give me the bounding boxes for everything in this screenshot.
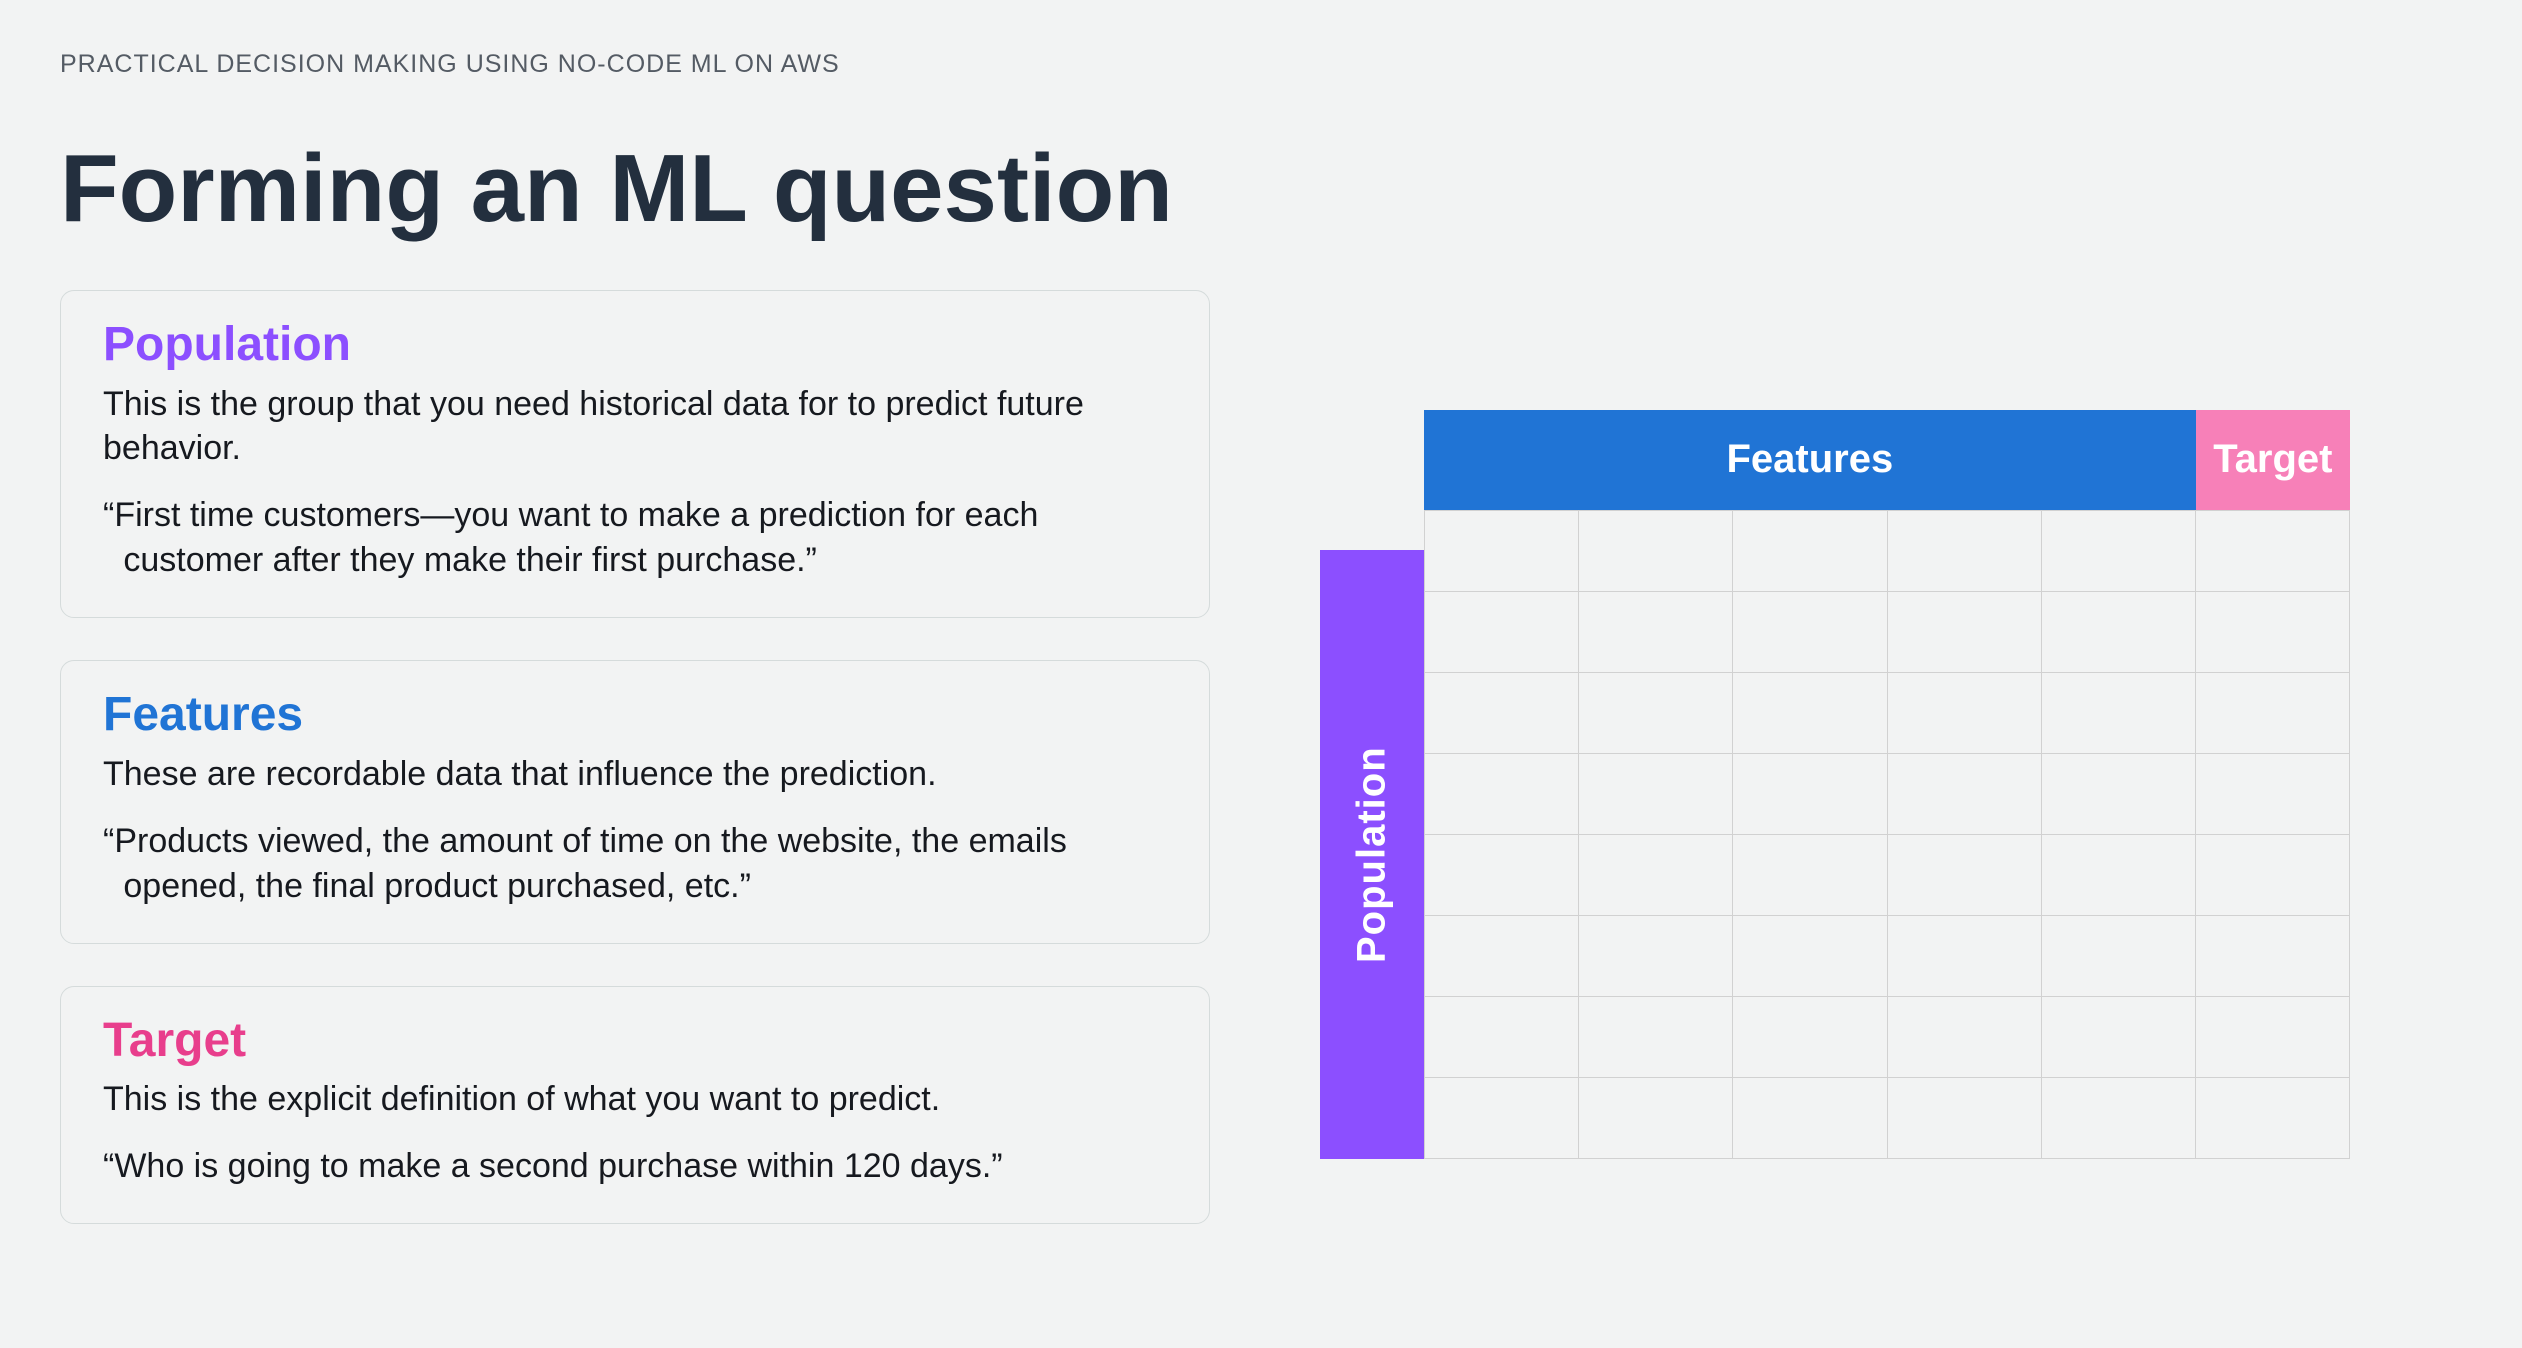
- card-target-desc: This is the explicit definition of what …: [103, 1077, 1167, 1122]
- diagram-cell: [1733, 592, 1886, 672]
- diagram-cell: [1579, 997, 1732, 1077]
- diagram-cell: [2042, 1078, 2195, 1158]
- diagram-target-header: Target: [2196, 410, 2350, 510]
- card-population: Population This is the group that you ne…: [60, 290, 1210, 618]
- diagram-header-row: Features Target: [1424, 410, 2350, 510]
- diagram-cell: [1425, 1078, 1578, 1158]
- diagram-cell: [1425, 997, 1578, 1077]
- diagram-cell: [1425, 592, 1578, 672]
- slide: PRACTICAL DECISION MAKING USING NO-CODE …: [0, 0, 2522, 1348]
- diagram-cell: [2042, 754, 2195, 834]
- diagram-cell: [1579, 1078, 1732, 1158]
- diagram-cell: [2042, 511, 2195, 591]
- diagram-cell: [2042, 997, 2195, 1077]
- diagram-cell: [1733, 1078, 1886, 1158]
- card-features-quote: “Products viewed, the amount of time on …: [103, 819, 1167, 909]
- diagram-cell: [2196, 1078, 2349, 1158]
- diagram-cell: [2196, 592, 2349, 672]
- diagram-cell: [1888, 673, 2041, 753]
- diagram-population-label: Population: [1320, 550, 1424, 1159]
- diagram-cell: [1888, 754, 2041, 834]
- card-features-desc: These are recordable data that influence…: [103, 752, 1167, 797]
- diagram-cell: [1733, 997, 1886, 1077]
- diagram-cell: [2042, 916, 2195, 996]
- diagram-cell: [1888, 592, 2041, 672]
- card-population-heading: Population: [103, 319, 1167, 372]
- diagram-grid: [1424, 510, 2350, 1159]
- diagram-cell: [2196, 997, 2349, 1077]
- card-target-heading: Target: [103, 1015, 1167, 1068]
- diagram-cell: [2196, 754, 2349, 834]
- diagram-side-column: Population: [1320, 510, 1424, 1159]
- course-eyebrow: PRACTICAL DECISION MAKING USING NO-CODE …: [60, 50, 2442, 79]
- card-features: Features These are recordable data that …: [60, 660, 1210, 943]
- slide-title: Forming an ML question: [60, 139, 2442, 240]
- diagram-cell: [1425, 673, 1578, 753]
- diagram-cell: [1579, 592, 1732, 672]
- diagram-cell: [1425, 835, 1578, 915]
- diagram-cell: [1888, 511, 2041, 591]
- diagram-cell: [2042, 673, 2195, 753]
- diagram-cell: [1579, 673, 1732, 753]
- diagram-cell: [2196, 916, 2349, 996]
- diagram-cell: [2196, 511, 2349, 591]
- diagram-cell: [1888, 835, 2041, 915]
- diagram-cell: [1733, 754, 1886, 834]
- card-features-heading: Features: [103, 689, 1167, 742]
- diagram-cell: [2196, 835, 2349, 915]
- diagram-cell: [1733, 916, 1886, 996]
- diagram-cell: [1579, 916, 1732, 996]
- diagram-cell: [1888, 916, 2041, 996]
- card-population-desc: This is the group that you need historic…: [103, 382, 1167, 472]
- diagram-cell: [2042, 592, 2195, 672]
- card-target-quote: “Who is going to make a second purchase …: [103, 1144, 1167, 1189]
- diagram-cell: [1579, 754, 1732, 834]
- diagram-cell: [1733, 673, 1886, 753]
- diagram-cell: [1579, 511, 1732, 591]
- diagram-cell: [1888, 997, 2041, 1077]
- diagram-cell: [1733, 835, 1886, 915]
- diagram-corner-spacer: [1320, 410, 1424, 510]
- definition-cards: Population This is the group that you ne…: [60, 290, 1210, 1224]
- diagram-cell: [1425, 511, 1578, 591]
- diagram-cell: [1425, 754, 1578, 834]
- slide-content: Population This is the group that you ne…: [60, 290, 2442, 1224]
- diagram-features-header: Features: [1424, 410, 2196, 510]
- data-table-diagram: Features Target Population: [1320, 410, 2350, 1159]
- card-population-quote: “First time customers—you want to make a…: [103, 493, 1167, 583]
- diagram-cell: [1579, 835, 1732, 915]
- card-target: Target This is the explicit definition o…: [60, 986, 1210, 1225]
- diagram-cell: [2196, 673, 2349, 753]
- diagram-cell: [1733, 511, 1886, 591]
- diagram-cell: [1425, 916, 1578, 996]
- diagram-cell: [2042, 835, 2195, 915]
- diagram-cell: [1888, 1078, 2041, 1158]
